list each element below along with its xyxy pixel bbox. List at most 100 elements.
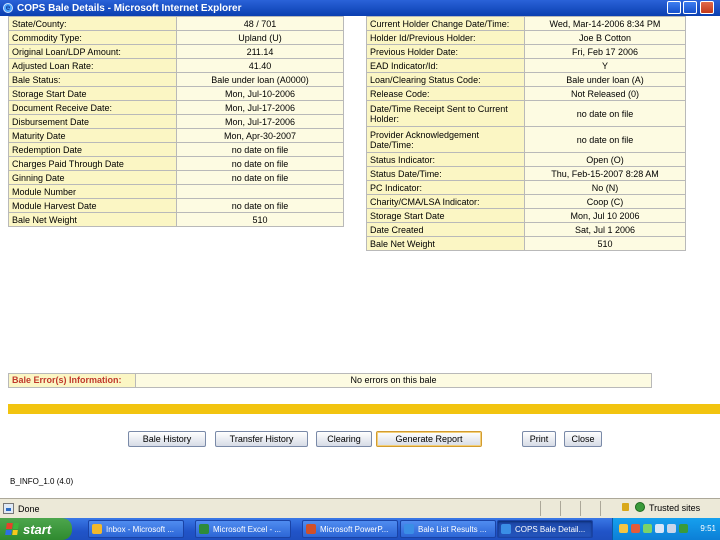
holder-detail-row: Storage Start Date Mon, Jul 10 2006 (366, 208, 686, 223)
bale-detail-row: Redemption Date no date on file (8, 142, 344, 157)
taskbar-button[interactable]: Microsoft Excel - ... (195, 520, 291, 538)
bale-detail-row: Bale Status: Bale under loan (A0000) (8, 72, 344, 87)
holder-detail-row: Status Date/Time: Thu, Feb-15-2007 8:28 A… (366, 166, 686, 181)
close-window-button[interactable] (700, 1, 714, 14)
bale-detail-label: Ginning Date (8, 170, 177, 185)
bale-detail-value: Bale under loan (A0000) (176, 72, 344, 87)
holder-detail-value: no date on file (524, 100, 686, 127)
holder-detail-row: Loan/Clearing Status Code: Bale under loa… (366, 72, 686, 87)
status-divider (560, 501, 561, 516)
taskbar-button[interactable]: Inbox - Microsoft ... (88, 520, 184, 538)
bale-detail-label: Bale Net Weight (8, 212, 177, 227)
holder-detail-value: Thu, Feb-15-2007 8:28 AM (524, 166, 686, 181)
minimize-button[interactable] (667, 1, 681, 14)
holder-detail-row: Charity/CMA/LSA Indicator: Coop (C) (366, 194, 686, 209)
security-zone-label: Trusted sites (649, 503, 701, 513)
holder-detail-label: Loan/Clearing Status Code: (366, 72, 525, 87)
bale-detail-row: Bale Net Weight 510 (8, 212, 344, 227)
bale-detail-label: Charges Paid Through Date (8, 156, 177, 171)
bale-detail-label: Maturity Date (8, 128, 177, 143)
maximize-button[interactable] (683, 1, 697, 14)
taskbar-button[interactable]: COPS Bale Detail... (497, 520, 593, 538)
task-app-icon (501, 524, 511, 534)
bale-detail-value: Mon, Jul-10-2006 (176, 86, 344, 101)
clearing-button[interactable]: Clearing (316, 431, 372, 447)
bale-detail-value: no date on file (176, 156, 344, 171)
holder-detail-label: Bale Net Weight (366, 236, 525, 251)
internet-explorer-icon: e (3, 3, 13, 13)
holder-detail-row: Release Code: Not Released (0) (366, 86, 686, 101)
bale-detail-value: no date on file (176, 198, 344, 213)
bale-detail-value: 211.14 (176, 44, 344, 59)
bale-detail-value: no date on file (176, 142, 344, 157)
bale-detail-label: Adjusted Loan Rate: (8, 58, 177, 73)
bale-detail-value: 510 (176, 212, 344, 227)
holder-detail-label: EAD Indicator/Id: (366, 58, 525, 73)
bale-detail-label: Original Loan/LDP Amount: (8, 44, 177, 59)
network-icon[interactable] (655, 524, 664, 533)
holder-detail-row: Date Created Sat, Jul 1 2006 (366, 222, 686, 237)
bale-detail-value: no date on file (176, 170, 344, 185)
holder-detail-value: No (N) (524, 180, 686, 195)
bale-detail-label: Storage Start Date (8, 86, 177, 101)
tray-app-icon[interactable] (631, 524, 640, 533)
bale-error-row: Bale Error(s) Information: No errors on … (8, 373, 652, 388)
bale-detail-value: Mon, Apr-30-2007 (176, 128, 344, 143)
bale-detail-value (176, 184, 344, 199)
taskbar-button-label: COPS Bale Detail... (515, 524, 586, 534)
status-text: Done (18, 503, 40, 514)
bale-detail-value: Mon, Jul-17-2006 (176, 100, 344, 115)
holder-detail-label: Storage Start Date (366, 208, 525, 223)
holder-detail-row: Current Holder Change Date/Time: Wed, Mar… (366, 16, 686, 31)
taskbar-button[interactable]: Bale List Results ... (400, 520, 496, 538)
holder-detail-label: Status Date/Time: (366, 166, 525, 181)
close-button[interactable]: Close (564, 431, 602, 447)
bale-detail-row: Maturity Date Mon, Apr-30-2007 (8, 128, 344, 143)
holder-detail-label: Provider Acknowledgement Date/Time: (366, 126, 525, 153)
section-divider-band (8, 404, 720, 414)
bale-detail-row: Adjusted Loan Rate: 41.40 (8, 58, 344, 73)
holder-detail-value: no date on file (524, 126, 686, 153)
holder-detail-label: Current Holder Change Date/Time: (366, 16, 525, 31)
bale-detail-row: Original Loan/LDP Amount: 211.14 (8, 44, 344, 59)
bale-info-table-left: State/County: 48 / 701 Commodity Type: Upla… (8, 16, 344, 227)
bale-detail-row: State/County: 48 / 701 (8, 16, 344, 31)
tray-app-icon[interactable] (619, 524, 628, 533)
bale-detail-label: Module Harvest Date (8, 198, 177, 213)
tray-app-icon[interactable] (643, 524, 652, 533)
holder-detail-value: Y (524, 58, 686, 73)
taskbar: start Inbox - Microsoft ... Microsoft Exc… (0, 518, 720, 540)
windows-logo-icon (5, 523, 19, 535)
holder-detail-row: Provider Acknowledgement Date/Time: no da… (366, 126, 686, 153)
bale-history-button[interactable]: Bale History (128, 431, 206, 447)
holder-detail-label: Previous Holder Date: (366, 44, 525, 59)
task-app-icon (92, 524, 102, 534)
bale-detail-row: Ginning Date no date on file (8, 170, 344, 185)
bale-detail-row: Commodity Type: Upland (U) (8, 30, 344, 45)
clock: 9:51 (700, 524, 716, 533)
security-icon[interactable] (679, 524, 688, 533)
holder-detail-value: Sat, Jul 1 2006 (524, 222, 686, 237)
taskbar-button-label: Inbox - Microsoft ... (106, 524, 175, 534)
holder-detail-label: Holder Id/Previous Holder: (366, 30, 525, 45)
bale-detail-label: Bale Status: (8, 72, 177, 87)
window-title-bar[interactable]: e COPS Bale Details - Microsoft Internet… (0, 0, 720, 16)
generate-report-button[interactable]: Generate Report (376, 431, 482, 447)
holder-detail-label: Status Indicator: (366, 152, 525, 167)
task-app-icon (306, 524, 316, 534)
holder-detail-row: Date/Time Receipt Sent to Current Holder… (366, 100, 686, 127)
transfer-history-button[interactable]: Transfer History (215, 431, 308, 447)
holder-detail-value: Not Released (0) (524, 86, 686, 101)
holder-detail-row: Previous Holder Date: Fri, Feb 17 2006 (366, 44, 686, 59)
taskbar-button-label: Microsoft Excel - ... (213, 524, 282, 534)
print-button[interactable]: Print (522, 431, 556, 447)
status-divider (580, 501, 581, 516)
volume-icon[interactable] (667, 524, 676, 533)
holder-detail-row: Bale Net Weight 510 (366, 236, 686, 251)
start-button[interactable]: start (0, 518, 72, 540)
bale-detail-label: Disbursement Date (8, 114, 177, 129)
holder-detail-label: Release Code: (366, 86, 525, 101)
taskbar-button[interactable]: Microsoft PowerP... (302, 520, 398, 538)
bale-detail-row: Module Harvest Date no date on file (8, 198, 344, 213)
holder-detail-row: Holder Id/Previous Holder: Joe B Cotton (366, 30, 686, 45)
